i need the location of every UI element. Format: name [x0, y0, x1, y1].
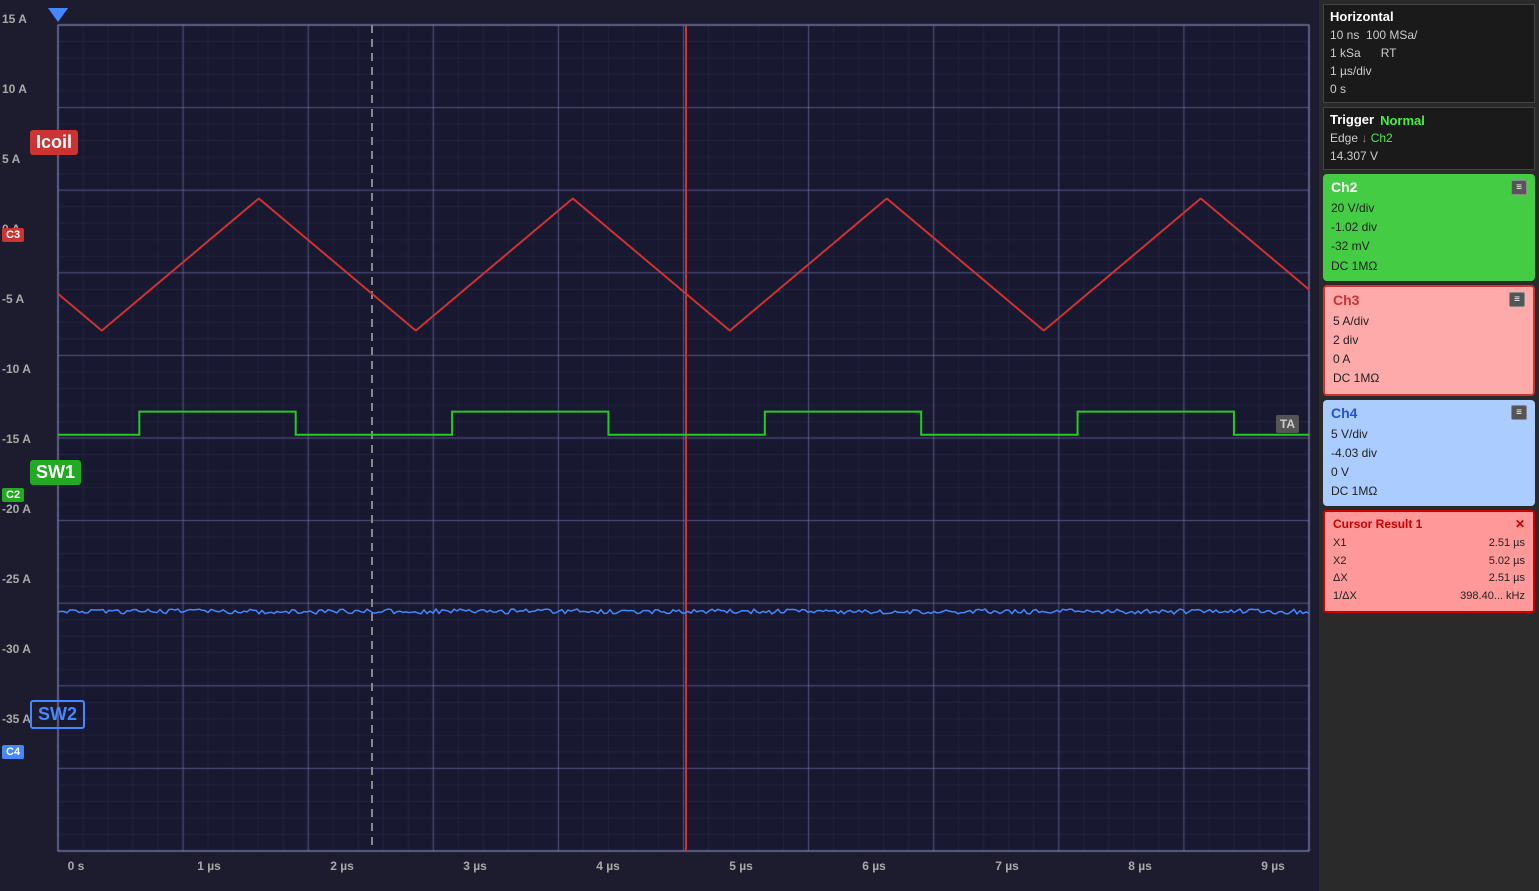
ch4-vdiv: 5 V/div [1331, 425, 1527, 444]
horizontal-offset: 0 s [1330, 80, 1528, 98]
ch3-body: 5 A/div 2 div 0 A DC 1MΩ [1333, 312, 1525, 389]
horizontal-panel: Horizontal 10 ns 100 MSa/ 1 kSa RT 1 µs/… [1323, 4, 1535, 103]
x-label-8us: 8 µs [1128, 859, 1152, 873]
ch3-coupling: DC 1MΩ [1333, 369, 1525, 388]
ch4-body: 5 V/div -4.03 div 0 V DC 1MΩ [1331, 425, 1527, 502]
oscilloscope-screen: TA 15 A 10 A 5 A 0 A -5 A -10 A -15 A -2… [0, 0, 1319, 891]
cursor-x1-row: X12.51 µs [1333, 535, 1525, 553]
y-label-15: 15 A [2, 12, 27, 26]
ch4-panel[interactable]: Ch4 ≡ 5 V/div -4.03 div 0 V DC 1MΩ [1323, 400, 1535, 507]
ch4-divoffset: -4.03 div [1331, 444, 1527, 463]
y-label-n5: -5 A [2, 292, 24, 306]
c4-ref: C4 [2, 745, 24, 759]
x-label-6us: 6 µs [862, 859, 886, 873]
cursor-x2-row: X25.02 µs [1333, 553, 1525, 571]
ch2-panel[interactable]: Ch2 ≡ 20 V/div -1.02 div -32 mV DC 1MΩ [1323, 174, 1535, 281]
y-label-5: 5 A [2, 152, 20, 166]
ch3-offset: 0 A [1333, 350, 1525, 369]
trigger-title: Trigger [1330, 112, 1374, 127]
ch2-offsetv: -32 mV [1331, 237, 1527, 256]
ch2-coupling: DC 1MΩ [1331, 257, 1527, 276]
cursor-result-title: Cursor Result 1 ✕ [1333, 517, 1525, 531]
horizontal-us-div: 1 µs/div [1330, 62, 1528, 80]
cursor-inv-dx-row: 1/ΔX398.40... kHz [1333, 588, 1525, 606]
ch3-panel[interactable]: Ch3 ≡ 5 A/div 2 div 0 A DC 1MΩ [1323, 285, 1535, 396]
x-label-5us: 5 µs [729, 859, 753, 873]
x-label-1us: 1 µs [197, 859, 221, 873]
x-label-4us: 4 µs [596, 859, 620, 873]
sw1-label: SW1 [30, 460, 81, 485]
ch4-title: Ch4 ≡ [1331, 405, 1527, 421]
ch3-adiv: 5 A/div [1333, 312, 1525, 331]
ch3-btn[interactable]: ≡ [1509, 292, 1525, 307]
ch3-title: Ch3 ≡ [1333, 292, 1525, 308]
ch2-divoffset: -1.02 div [1331, 218, 1527, 237]
ch3-div: 2 div [1333, 331, 1525, 350]
trigger-panel: Trigger Normal Edge ↓ Ch2 14.307 V [1323, 107, 1535, 170]
horizontal-time: 10 ns 100 MSa/ [1330, 26, 1528, 44]
ch2-title: Ch2 ≡ [1331, 179, 1527, 195]
c2-ref: C2 [2, 488, 24, 502]
right-panel: Horizontal 10 ns 100 MSa/ 1 kSa RT 1 µs/… [1319, 0, 1539, 891]
y-label-n20: -20 A [2, 502, 31, 516]
horizontal-title: Horizontal [1330, 9, 1528, 24]
cursor-result-close[interactable]: ✕ [1515, 517, 1525, 531]
trigger-marker [48, 8, 68, 22]
trigger-level: 14.307 V [1330, 147, 1528, 165]
ch2-vdiv: 20 V/div [1331, 199, 1527, 218]
x-label-7us: 7 µs [995, 859, 1019, 873]
x-label-3us: 3 µs [463, 859, 487, 873]
x-label-2us: 2 µs [330, 859, 354, 873]
signal-layer [0, 0, 1319, 891]
icoil-label: Icoil [30, 130, 78, 155]
ta-label: TA [1276, 415, 1299, 433]
trigger-type: Edge ↓ Ch2 [1330, 129, 1528, 147]
ch4-offsetv: 0 V [1331, 463, 1527, 482]
x-label-9us: 9 µs [1261, 859, 1285, 873]
y-label-n15: -15 A [2, 432, 31, 446]
trigger-mode: Normal [1380, 113, 1425, 128]
ch2-body: 20 V/div -1.02 div -32 mV DC 1MΩ [1331, 199, 1527, 276]
cursor-dx-row: ΔX2.51 µs [1333, 570, 1525, 588]
c3-ref: C3 [2, 228, 24, 242]
horizontal-ksa: 1 kSa RT [1330, 44, 1528, 62]
y-label-n25: -25 A [2, 572, 31, 586]
sw2-label: SW2 [30, 700, 85, 729]
ch2-btn[interactable]: ≡ [1511, 180, 1527, 195]
y-label-n35: -35 A [2, 712, 31, 726]
y-label-10: 10 A [2, 82, 27, 96]
x-label-0: 0 s [68, 859, 85, 873]
ch4-btn[interactable]: ≡ [1511, 405, 1527, 420]
y-label-n10: -10 A [2, 362, 31, 376]
y-label-n30: -30 A [2, 642, 31, 656]
ch4-coupling: DC 1MΩ [1331, 482, 1527, 501]
cursor-result-panel: Cursor Result 1 ✕ X12.51 µs X25.02 µs ΔX… [1323, 510, 1535, 612]
